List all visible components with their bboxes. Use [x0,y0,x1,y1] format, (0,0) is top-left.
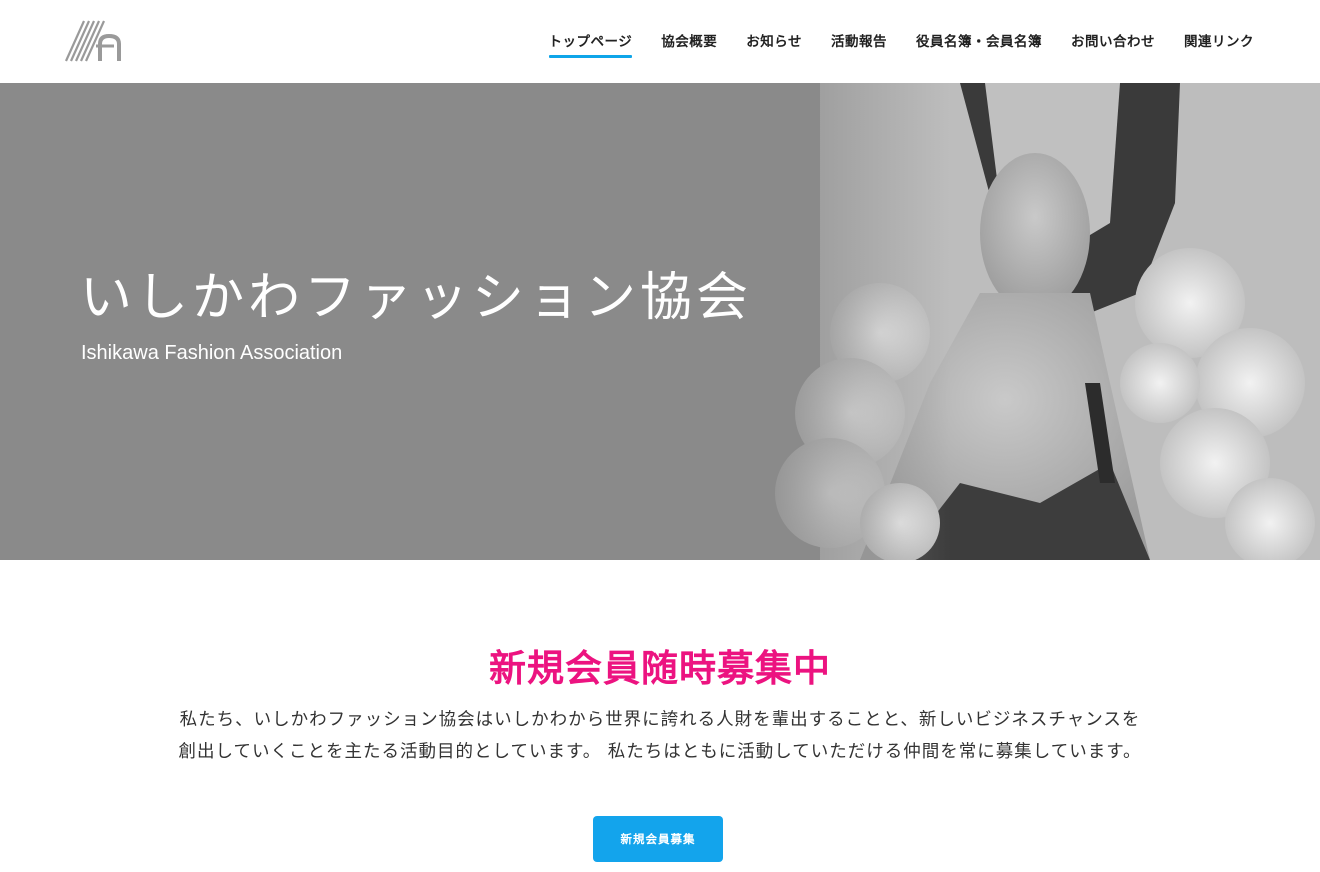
nav-top-page[interactable]: トップページ [548,30,633,58]
hero-banner: いしかわファッション協会 Ishikawa Fashion Associatio… [0,83,1320,560]
recruit-description: 私たち、いしかわファッション協会はいしかわから世界に誇れる人財を輩出することと、… [178,710,1142,762]
nav-about[interactable]: 協会概要 [661,30,717,56]
main-nav: トップページ 協会概要 お知らせ 活動報告 役員名簿・会員名簿 お問い合わせ 関… [548,30,1254,58]
recruit-heading: 新規会員随時募集中 [489,647,831,690]
site-header: トップページ 協会概要 お知らせ 活動報告 役員名簿・会員名簿 お問い合わせ 関… [0,0,1320,83]
hero-title: いしかわファッション協会 [80,268,753,328]
nav-news[interactable]: お知らせ [746,30,802,56]
nav-activity-report[interactable]: 活動報告 [831,30,887,56]
hero-subtitle: Ishikawa Fashion Association [81,342,343,364]
nav-contact[interactable]: お問い合わせ [1071,30,1155,56]
new-member-recruit-button[interactable]: 新規会員募集 [593,816,723,862]
nav-member-list[interactable]: 役員名簿・会員名簿 [916,30,1042,56]
nav-related-links[interactable]: 関連リンク [1184,30,1254,56]
ifa-logo-icon[interactable] [64,18,124,64]
